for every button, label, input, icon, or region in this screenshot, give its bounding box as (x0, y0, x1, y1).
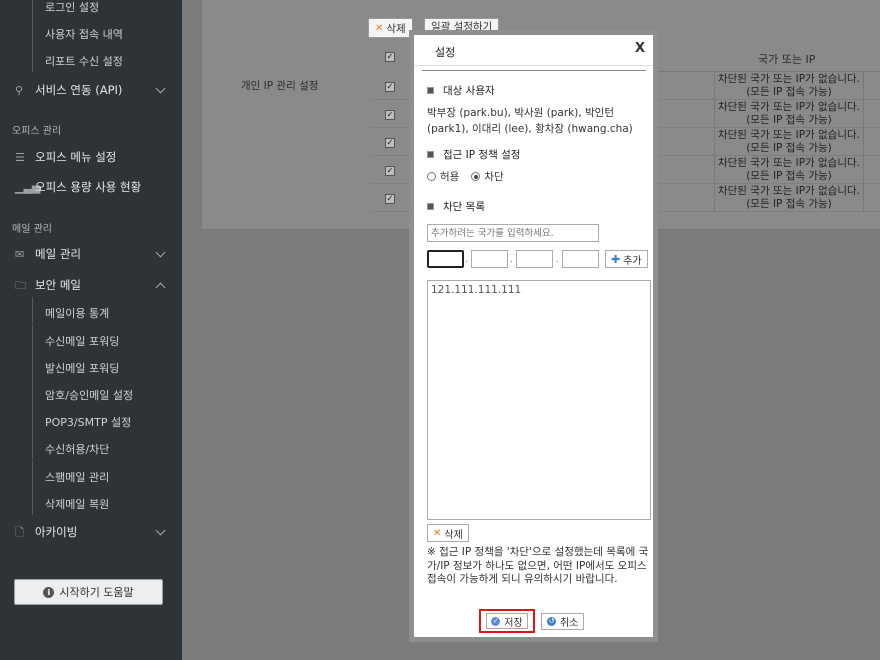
help-button[interactable]: i 시작하기 도움말 (14, 579, 163, 605)
ip-octet-2[interactable] (471, 250, 508, 268)
ip-octet-4[interactable] (562, 250, 599, 268)
close-icon: ✕ (433, 527, 442, 539)
block-label: 차단 (484, 171, 504, 183)
sidebar-item-label: 서비스 연동 (API) (35, 83, 123, 97)
bulk-delete-button[interactable]: ✕ 삭제 (368, 18, 413, 38)
sidebar-item-spam[interactable]: 스팸메일 관리 (31, 461, 109, 488)
sidebar-item-allow-block[interactable]: 수신허용/차단 (31, 433, 109, 460)
link-icon: ⚲ (15, 84, 24, 97)
row-label: 개인 IP 관리 설정 (241, 80, 319, 92)
check-icon: ✓ (491, 616, 501, 626)
sidebar-item-label: 오피스 용량 사용 현황 (35, 180, 142, 194)
sidebar-item-login-settings[interactable]: 로그인 설정 (31, 0, 99, 18)
policy-notice: ※ 접근 IP 정책을 '차단'으로 설정했는데 목록에 국가/IP 정보가 하… (427, 546, 649, 585)
allow-label: 허용 (440, 171, 460, 183)
sidebar-item-report-settings[interactable]: 리포트 수신 설정 (32, 45, 123, 72)
ip-octet-3[interactable] (516, 250, 553, 268)
policy-heading: 접근 IP 정책 설정 (427, 147, 520, 162)
plus-icon: ✚ (611, 252, 621, 266)
save-button[interactable]: ✓ 저장 (479, 609, 535, 633)
column-header: 국가 또는 IP (657, 42, 880, 72)
row-checkbox[interactable]: ✓ (385, 138, 395, 148)
ip-separator: . (510, 255, 513, 265)
divider (422, 70, 646, 71)
settings-modal: 설정 X 대상 사용자 박부장 (park.bu), 박사원 (park), 박… (409, 30, 658, 642)
secure-folder-icon: 🗀 (15, 279, 26, 292)
mail-icon: ✉ (15, 248, 25, 261)
select-all-checkbox[interactable]: ✓ (385, 52, 395, 62)
modal-header: 설정 (414, 35, 653, 66)
sidebar-item-secure-mail[interactable]: 🗀 보안 메일 (15, 277, 81, 296)
info-icon: i (43, 586, 55, 598)
sidebar-item-label: 메일 관리 (35, 247, 81, 261)
row-ip-text: 차단된 국가 또는 IP가 없습니다.(모든 IP 접속 가능) (714, 72, 864, 100)
sidebar-item-restore[interactable]: 삭제메일 복원 (31, 488, 109, 515)
sidebar-item-inbound-forward[interactable]: 수신메일 포워딩 (31, 325, 119, 352)
list-icon: ☰ (15, 151, 25, 164)
sidebar-item-encrypt-approve[interactable]: 암호/승인메일 설정 (31, 379, 133, 406)
sidebar-item-access-history[interactable]: 사용자 접속 내역 (32, 18, 123, 45)
row-checkbox[interactable]: ✓ (385, 166, 395, 176)
block-list-heading: 차단 목록 (427, 199, 485, 214)
row-ip-text: 차단된 국가 또는 IP가 없습니다.(모든 IP 접속 가능) (714, 184, 864, 212)
sidebar-item-label: 보안 메일 (35, 278, 81, 292)
bar-chart-icon: ▁▃▅ (15, 181, 41, 194)
chevron-up-icon[interactable] (155, 282, 166, 293)
sidebar-item-mail-manage[interactable]: ✉ 메일 관리 (15, 246, 81, 262)
sidebar-item-archiving[interactable]: 🗋 아카이빙 (15, 524, 77, 543)
country-input[interactable] (427, 224, 599, 242)
list-item[interactable]: 121.111.111.111 (431, 284, 647, 296)
sidebar-item-label: 아카이빙 (35, 525, 78, 539)
close-icon[interactable]: X (635, 41, 645, 56)
target-users-list: 박부장 (park.bu), 박사원 (park), 박인턴 (park1), … (427, 107, 633, 135)
back-icon: ↺ (547, 617, 556, 626)
close-icon: ✕ (375, 22, 384, 34)
blocked-ip-list[interactable]: 121.111.111.111 (427, 280, 651, 520)
row-checkbox[interactable]: ✓ (385, 82, 395, 92)
sidebar-item-pop3-smtp[interactable]: POP3/SMTP 설정 (31, 406, 131, 433)
target-users-heading: 대상 사용자 (427, 83, 495, 98)
archive-icon: 🗋 (15, 526, 24, 539)
sidebar-item-office-menu[interactable]: ☰ 오피스 메뉴 설정 (15, 149, 116, 165)
sidebar-item-outbound-forward[interactable]: 발신메일 포워딩 (31, 352, 119, 379)
sidebar-item-label: 오피스 메뉴 설정 (35, 150, 117, 164)
sidebar-item-service-api[interactable]: ⚲ 서비스 연동 (API) (15, 82, 122, 98)
section-mail: 메일 관리 (12, 224, 52, 235)
add-button[interactable]: ✚ 추가 (605, 250, 648, 268)
section-office: 오피스 관리 (12, 126, 62, 137)
chevron-down-icon[interactable] (155, 83, 166, 94)
row-checkbox[interactable]: ✓ (385, 110, 395, 120)
policy-radio-group: 허용 차단 (427, 169, 504, 184)
row-ip-text: 차단된 국가 또는 IP가 없습니다.(모든 IP 접속 가능) (714, 100, 864, 128)
allow-radio[interactable] (427, 172, 436, 181)
delete-button[interactable]: ✕ 삭제 (427, 524, 469, 542)
block-radio[interactable] (471, 172, 481, 181)
ip-separator: . (556, 255, 559, 265)
row-ip-text: 차단된 국가 또는 IP가 없습니다.(모든 IP 접속 가능) (714, 156, 864, 184)
sidebar-item-office-usage[interactable]: ▁▃▅오피스 용량 사용 현황 (15, 179, 141, 195)
ip-separator: . (465, 255, 468, 265)
row-checkbox[interactable]: ✓ (385, 194, 395, 204)
cancel-button[interactable]: ↺ 취소 (541, 613, 585, 630)
sidebar: 로그인 설정 사용자 접속 내역 리포트 수신 설정 ⚲ 서비스 연동 (API)… (0, 0, 182, 660)
row-ip-text: 차단된 국가 또는 IP가 없습니다.(모든 IP 접속 가능) (714, 128, 864, 156)
chevron-down-icon[interactable] (155, 247, 166, 258)
sidebar-item-mail-stats[interactable]: 메일이용 통계 (31, 297, 109, 324)
modal-title: 설정 (435, 46, 456, 59)
ip-octet-1[interactable] (427, 250, 464, 268)
chevron-down-icon[interactable] (155, 525, 166, 536)
